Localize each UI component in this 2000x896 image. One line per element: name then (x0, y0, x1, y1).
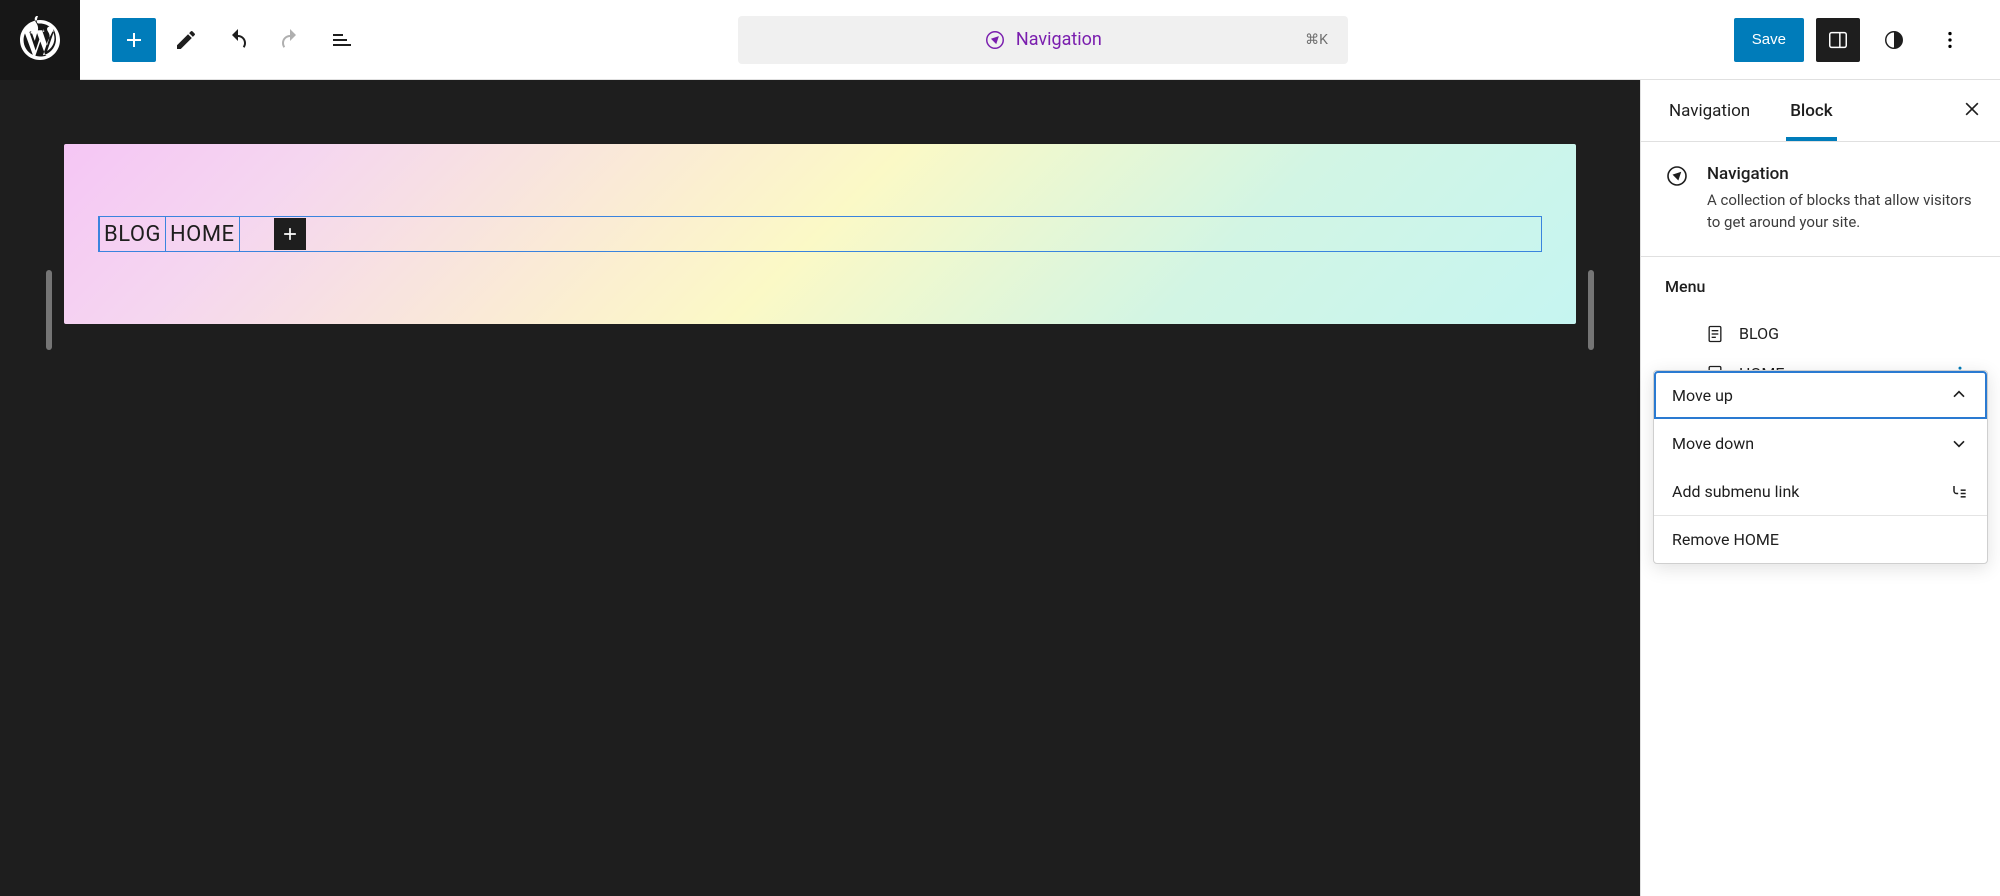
chevron-down-icon (1949, 433, 1969, 453)
pencil-icon (174, 28, 198, 52)
dropdown-label: Move down (1672, 434, 1754, 453)
edit-tool-button[interactable] (164, 18, 208, 62)
toolbar-left (80, 18, 364, 62)
document-title-bar[interactable]: Navigation ⌘K (738, 16, 1348, 64)
block-card-description: A collection of blocks that allow visito… (1707, 190, 1976, 234)
plus-icon (280, 224, 300, 244)
resize-handle-left[interactable] (46, 270, 52, 350)
dropdown-add-submenu[interactable]: Add submenu link (1654, 467, 1987, 515)
nav-item-blog[interactable]: BLOG (99, 217, 166, 251)
add-block-button[interactable] (112, 18, 156, 62)
tab-block[interactable]: Block (1786, 80, 1836, 141)
navigation-block-icon (1665, 164, 1689, 234)
menu-item-dropdown: Move up Move down Add submenu link Remov… (1653, 370, 1988, 564)
tab-navigation[interactable]: Navigation (1665, 80, 1754, 141)
styles-button[interactable] (1872, 18, 1916, 62)
menu-item-label: BLOG (1739, 324, 1779, 343)
add-nav-item-button[interactable] (274, 218, 306, 250)
submenu-icon (1949, 481, 1969, 501)
main-layout: BLOG HOME Navigation Block Navigation A … (0, 80, 2000, 896)
options-button[interactable] (1928, 18, 1972, 62)
undo-icon (226, 28, 250, 52)
undo-button[interactable] (216, 18, 260, 62)
toolbar-right: Save (1722, 18, 2000, 62)
resize-handle-right[interactable] (1588, 270, 1594, 350)
dropdown-label: Add submenu link (1672, 482, 1799, 501)
half-circle-icon (1883, 29, 1905, 51)
navigation-icon (1665, 164, 1689, 188)
close-icon (1962, 99, 1982, 119)
navigation-icon (984, 29, 1006, 51)
redo-icon (278, 28, 302, 52)
list-view-icon (330, 28, 354, 52)
wordpress-logo[interactable] (0, 0, 80, 80)
dropdown-remove[interactable]: Remove HOME (1654, 516, 1987, 563)
editor-topbar: Navigation ⌘K Save (0, 0, 2000, 80)
navigation-block-container[interactable]: BLOG HOME (64, 144, 1576, 324)
save-button[interactable]: Save (1734, 18, 1804, 62)
wordpress-icon (16, 16, 64, 64)
document-overview-button[interactable] (320, 18, 364, 62)
menu-panel-title: Menu (1665, 277, 1976, 296)
editor-canvas[interactable]: BLOG HOME (0, 80, 1640, 896)
settings-sidebar-toggle[interactable] (1816, 18, 1860, 62)
block-card-title: Navigation (1707, 164, 1976, 184)
document-title: Navigation (1016, 29, 1102, 50)
nav-item-home[interactable]: HOME (166, 217, 240, 251)
settings-sidebar: Navigation Block Navigation A collection… (1640, 80, 2000, 896)
close-sidebar-button[interactable] (1962, 99, 1982, 123)
dropdown-move-up[interactable]: Move up (1654, 371, 1987, 419)
sidebar-icon (1827, 29, 1849, 51)
redo-button (268, 18, 312, 62)
navigation-block[interactable]: BLOG HOME (98, 216, 1542, 252)
keyboard-shortcut: ⌘K (1305, 32, 1328, 48)
sidebar-tabs: Navigation Block (1641, 80, 2000, 142)
center-bar: Navigation ⌘K (364, 16, 1722, 64)
chevron-up-icon (1949, 385, 1969, 405)
block-card: Navigation A collection of blocks that a… (1641, 142, 2000, 257)
dropdown-label: Remove HOME (1672, 530, 1779, 549)
plus-icon (122, 28, 146, 52)
dropdown-move-down[interactable]: Move down (1654, 419, 1987, 467)
page-icon (1705, 324, 1725, 344)
kebab-icon (1939, 29, 1961, 51)
dropdown-label: Move up (1672, 386, 1733, 405)
menu-item-blog[interactable]: BLOG (1665, 314, 1976, 354)
